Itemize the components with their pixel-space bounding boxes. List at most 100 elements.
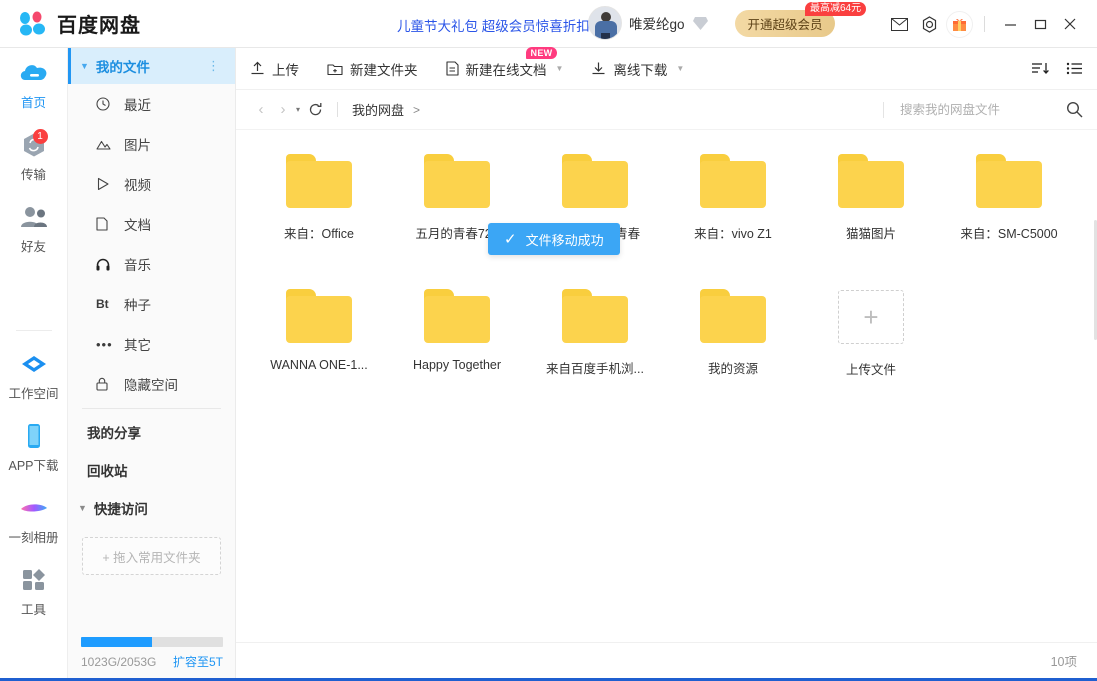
file-name-label: Happy Together (413, 358, 501, 372)
tools-icon (18, 566, 50, 594)
upload-button[interactable]: 上传 (250, 59, 299, 79)
left-rail: 首页 1 传输 好友 (0, 48, 68, 678)
app-download-icon (18, 422, 50, 450)
folder-tile[interactable]: 来自：Office (250, 146, 388, 281)
file-name-label: 五月的青春720 (415, 223, 498, 242)
rail-item-transfer[interactable]: 1 传输 (0, 120, 68, 192)
sort-icon[interactable] (1031, 61, 1050, 76)
close-button[interactable] (1055, 9, 1085, 39)
sidebar-header-my-files[interactable]: ▼ 我的文件 ⋮ (68, 48, 235, 84)
cloud-icon (18, 59, 50, 87)
file-name-label: 猫猫图片 (846, 223, 896, 242)
new-folder-button[interactable]: 新建文件夹 (327, 59, 418, 79)
quick-access-dropzone[interactable]: + 拖入常用文件夹 (82, 537, 221, 575)
mail-icon[interactable] (884, 9, 914, 39)
list-view-icon[interactable] (1066, 61, 1083, 76)
avatar[interactable] (588, 6, 622, 40)
rail-divider (16, 330, 52, 331)
chevron-down-icon: ▼ (78, 503, 87, 513)
sidebar-item-documents[interactable]: 文档 (68, 204, 235, 244)
file-name-label: 我的资源 (708, 358, 758, 377)
settings-gear-icon[interactable] (914, 9, 944, 39)
chevron-down-icon[interactable]: ▼ (676, 64, 684, 73)
check-icon: ✓ (504, 230, 517, 248)
storage-upgrade-link[interactable]: 扩容至5T (173, 653, 223, 670)
sidebar-item-videos[interactable]: 视频 (68, 164, 235, 204)
rail-item-friends[interactable]: 好友 (0, 192, 68, 264)
folder-tile[interactable]: 我的资源 (664, 281, 802, 416)
status-bar: 10项 (236, 642, 1097, 678)
sidebar-more-icon[interactable]: ⋮ (207, 58, 221, 74)
sidebar-item-torrent[interactable]: Bt 种子 (68, 284, 235, 324)
folder-icon (976, 154, 1042, 208)
sidebar-item-music[interactable]: 音乐 (68, 244, 235, 284)
promo-link[interactable]: 儿童节大礼包 超级会员惊喜折扣 (397, 15, 590, 35)
sidebar-label-music: 音乐 (124, 254, 151, 274)
vip-diamond-icon[interactable] (692, 16, 709, 31)
sidebar-label-quick-access: 快捷访问 (94, 498, 148, 518)
file-name-label: 来自：Office (284, 223, 354, 242)
video-icon (96, 177, 118, 191)
search-input[interactable] (900, 103, 1060, 117)
folder-tile[interactable]: Happy Together (388, 281, 526, 416)
rail-item-tools[interactable]: 工具 (0, 555, 68, 627)
sidebar-item-quick-access[interactable]: ▼ 快捷访问 (68, 489, 235, 527)
rail-label-photo-album: 一刻相册 (8, 527, 58, 546)
folder-icon (424, 154, 490, 208)
new-online-doc-label: 新建在线文档 (466, 59, 547, 79)
sidebar-item-recent[interactable]: 最近 (68, 84, 235, 124)
folder-tile[interactable]: 来自百度手机浏... (526, 281, 664, 416)
rail-item-workspace[interactable]: 工作空间 (0, 339, 68, 411)
divider (337, 102, 338, 117)
breadcrumb-bar: ‹ › ▾ 我的网盘 > (236, 90, 1097, 130)
nav-forward-button[interactable]: › (272, 99, 294, 121)
sidebar-item-images[interactable]: 图片 (68, 124, 235, 164)
folder-tile[interactable]: 五月的青春720 (388, 146, 526, 281)
upload-file-tile[interactable]: +上传文件 (802, 281, 940, 416)
sidebar-item-recycle-bin[interactable]: 回收站 (68, 451, 235, 489)
nav-history-dropdown-icon[interactable]: ▾ (296, 105, 300, 114)
sidebar-item-hidden-space[interactable]: 隐藏空间 (68, 364, 235, 404)
new-doc-icon (446, 61, 459, 76)
file-grid-area: ✓ 文件移动成功 来自：Office五月的青春7201080五月的青春来自：vi… (236, 130, 1097, 645)
new-online-doc-button[interactable]: 新建在线文档 ▼ NEW (446, 59, 564, 79)
search-icon[interactable] (1066, 101, 1083, 118)
file-name-label: 来自：SM-C5000 (960, 223, 1057, 242)
sidebar-label-other: 其它 (124, 334, 151, 354)
title-bar: 百度网盘 儿童节大礼包 超级会员惊喜折扣 唯爱纶go 开通超级会员 最高减64元 (0, 0, 1097, 48)
nav-back-button[interactable]: ‹ (250, 99, 272, 121)
rail-item-home[interactable]: 首页 (0, 48, 68, 120)
baidu-logo-icon (18, 11, 48, 37)
folder-tile[interactable]: 来自：SM-C5000 (940, 146, 1078, 281)
user-area[interactable]: 唯爱纶go (588, 6, 709, 40)
file-name-label: WANNA ONE-1... (270, 358, 367, 372)
breadcrumb-root[interactable]: 我的网盘 (352, 100, 404, 119)
minimize-button[interactable] (995, 9, 1025, 39)
folder-icon (286, 154, 352, 208)
rail-item-app-download[interactable]: APP下载 (0, 411, 68, 483)
refresh-icon[interactable] (308, 102, 323, 117)
maximize-button[interactable] (1025, 9, 1055, 39)
file-grid: 来自：Office 五月的青春720 1080五月的青春来自：vivo Z1 猫猫图片… (236, 146, 1097, 416)
offline-download-button[interactable]: 离线下载 ▼ (591, 59, 684, 79)
folder-tile[interactable]: 来自：vivo Z1 (664, 146, 802, 281)
sidebar-label-videos: 视频 (124, 174, 151, 194)
breadcrumb-separator: > (413, 103, 420, 117)
divider (883, 102, 884, 118)
sidebar-item-other[interactable]: ••• 其它 (68, 324, 235, 364)
folder-tile[interactable]: 1080五月的青春 (526, 146, 664, 281)
more-icon: ••• (96, 337, 118, 352)
gift-icon[interactable] (944, 9, 974, 39)
folder-tile[interactable]: 猫猫图片 (802, 146, 940, 281)
transfer-badge: 1 (33, 129, 48, 144)
storage-text: 1023G/2053G (81, 655, 156, 669)
upload-dropzone[interactable]: + (838, 290, 904, 344)
username: 唯爱纶go (629, 13, 685, 33)
item-count: 10项 (1051, 651, 1077, 670)
divider (984, 16, 985, 32)
sidebar-label-documents: 文档 (124, 214, 151, 234)
rail-item-photo-album[interactable]: 一刻相册 (0, 483, 68, 555)
chevron-down-icon[interactable]: ▼ (556, 64, 564, 73)
folder-tile[interactable]: WANNA ONE-1... (250, 281, 388, 416)
sidebar-item-my-shares[interactable]: 我的分享 (68, 413, 235, 451)
